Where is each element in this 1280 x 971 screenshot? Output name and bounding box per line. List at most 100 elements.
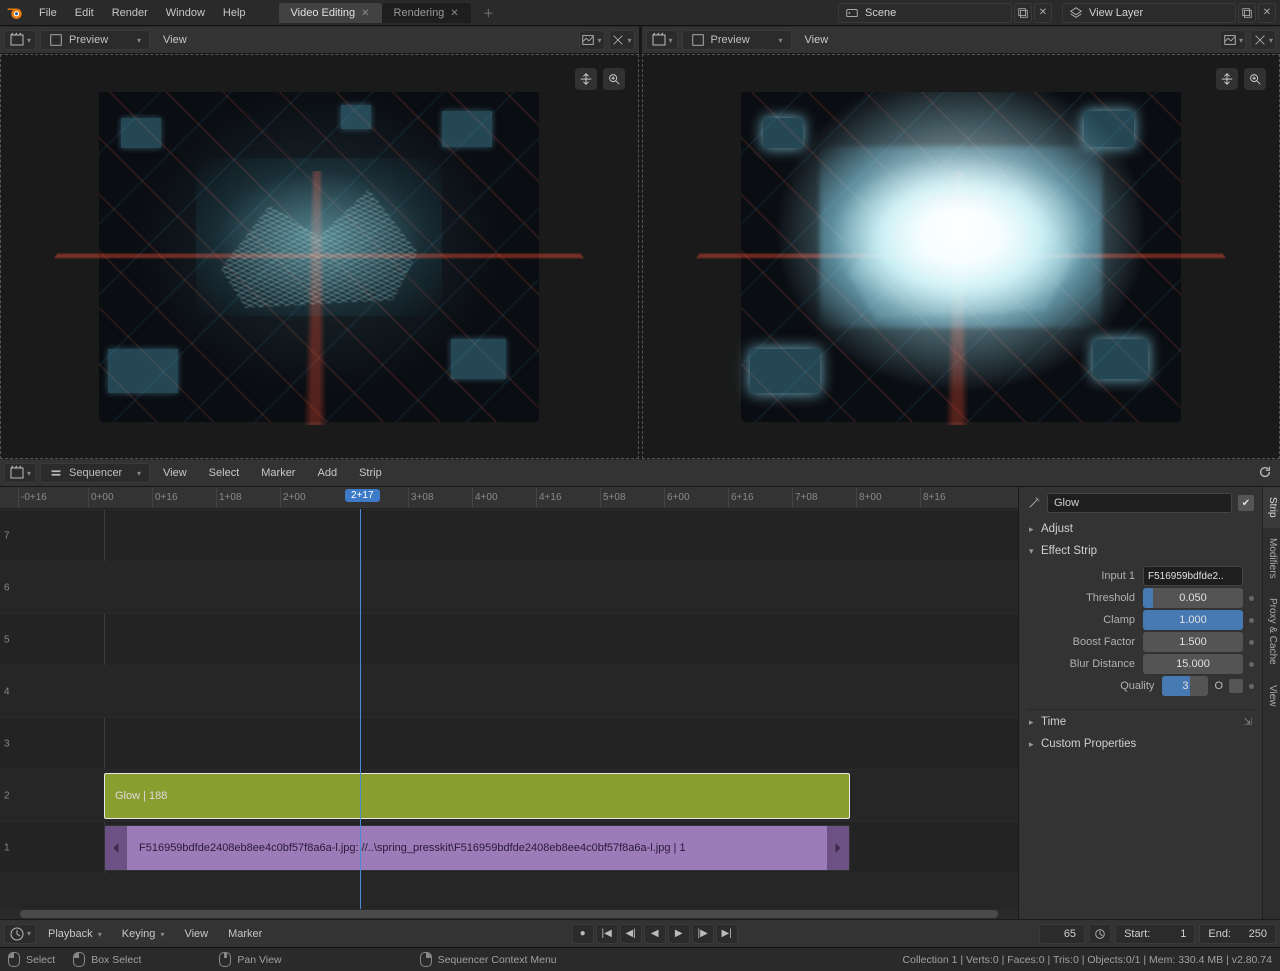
delete-scene-button[interactable]: ✕ [1034,3,1052,23]
strip-name-input[interactable] [1047,493,1232,513]
strip-glow[interactable]: Glow | 188 [104,773,850,819]
seq-menu-view[interactable]: View [154,467,196,479]
quality-slider[interactable]: 3 [1162,676,1208,696]
playback-menu[interactable]: Playback ▾ [40,928,110,940]
scene-name-input[interactable] [865,7,1007,19]
new-scene-button[interactable] [1014,3,1032,23]
preview-view-menu[interactable]: View [796,34,838,46]
image-display-button[interactable]: ▾ [579,30,605,50]
track-number: 7 [4,530,10,541]
timeline-view-menu[interactable]: View [176,928,216,940]
sequencer-tracks[interactable]: 7 6 5 4 3 2 Glow | 188 1 F516959bdfde240… [0,509,1018,909]
editor-type-sequencer[interactable]: ▾ [4,463,36,483]
tab-rendering[interactable]: Rendering✕ [382,3,471,23]
preview-canvas-right[interactable] [642,54,1280,459]
keyframe-dot[interactable] [1249,618,1254,623]
quality-o-label: O [1214,680,1223,692]
strip-handle-left[interactable] [105,826,127,870]
editor-type-sequencer[interactable]: ▾ [4,30,36,50]
panel-title: Effect Strip [1041,545,1097,557]
view-layer-input[interactable] [1089,7,1231,19]
menu-window[interactable]: Window [157,7,214,19]
zoom-icon[interactable] [1244,68,1266,90]
seq-menu-strip[interactable]: Strip [350,467,391,479]
menu-file[interactable]: File [30,7,66,19]
keyframe-dot[interactable] [1249,662,1254,667]
jump-end-button[interactable]: ▶| [716,924,738,944]
keyframe-dot[interactable] [1249,640,1254,645]
keyframe-dot[interactable] [1249,596,1254,601]
blur-slider[interactable]: 15.000 [1143,654,1243,674]
menu-help[interactable]: Help [214,7,255,19]
keyframe-dot[interactable] [1249,684,1254,689]
start-label: Start: [1124,928,1150,940]
new-view-layer-button[interactable] [1238,3,1256,23]
add-workspace-button[interactable]: ＋ [477,5,500,21]
ruler-tick: 4+16 [536,487,562,508]
jump-next-keyframe-button[interactable]: |▶ [692,924,714,944]
clamp-slider[interactable]: 1.000 [1143,610,1243,630]
auto-keyframe-button[interactable]: ● [572,924,594,944]
side-tab-strip[interactable]: Strip [1263,487,1280,528]
input1-field[interactable]: F516959bdfde2.. [1143,566,1243,586]
preview-mode-select[interactable]: Preview▾ [682,30,792,50]
close-icon[interactable]: ✕ [450,8,458,19]
menu-render[interactable]: Render [103,7,157,19]
side-tab-modifiers[interactable]: Modifiers [1263,528,1280,589]
pan-icon[interactable] [1216,68,1238,90]
sequencer-ruler[interactable]: -0+16 0+00 0+16 1+08 2+00 2+17 3+08 4+00… [0,487,1018,509]
seq-menu-add[interactable]: Add [308,467,346,479]
overlay-button[interactable]: ▾ [609,30,635,50]
pin-icon[interactable]: ⇲ [1244,717,1252,728]
playhead[interactable] [360,509,361,909]
jump-start-button[interactable]: |◀ [596,924,618,944]
timeline-editor-type[interactable]: ▾ [4,924,36,944]
jump-prev-keyframe-button[interactable]: ◀| [620,924,642,944]
delete-view-layer-button[interactable]: ✕ [1258,3,1276,23]
start-frame-field[interactable]: Start:1 [1115,924,1195,944]
scene-selector[interactable] [838,3,1012,23]
close-icon[interactable]: ✕ [361,8,369,19]
mute-checkbox[interactable]: ✔ [1238,495,1254,511]
tab-video-editing[interactable]: Video Editing✕ [279,3,382,23]
current-frame-field[interactable]: 65 [1039,924,1085,944]
panel-title: Adjust [1041,523,1073,535]
editor-type-sequencer[interactable]: ▾ [646,30,678,50]
preview-mode-select[interactable]: Preview▾ [40,30,150,50]
play-reverse-button[interactable]: ◀ [644,924,666,944]
panel-custom-properties[interactable]: ▸Custom Properties [1027,734,1254,754]
timeline-footer: ▾ Playback ▾ Keying ▾ View Marker ● |◀ ◀… [0,919,1280,947]
strip-properties-panel: ✔ ▸Adjust ▾Effect Strip Input 1F516959bd… [1018,487,1280,919]
menu-edit[interactable]: Edit [66,7,103,19]
status-box-select: Box Select [91,954,141,966]
side-tab-view[interactable]: View [1263,675,1280,717]
panel-time[interactable]: ▸Time⇲ [1027,709,1254,732]
end-frame-field[interactable]: End:250 [1199,924,1276,944]
boost-slider[interactable]: 1.500 [1143,632,1243,652]
use-preview-range-button[interactable] [1089,924,1111,944]
zoom-icon[interactable] [603,68,625,90]
keying-menu[interactable]: Keying ▾ [114,928,173,940]
panel-effect-strip[interactable]: ▾Effect Strip [1027,541,1254,561]
strip-image[interactable]: F516959bdfde2408eb8ee4c0bf57f8a6a-l.jpg:… [104,825,850,871]
timeline-marker-menu[interactable]: Marker [220,928,270,940]
sequencer-timeline[interactable]: -0+16 0+00 0+16 1+08 2+00 2+17 3+08 4+00… [0,487,1018,919]
image-display-button[interactable]: ▾ [1220,30,1246,50]
side-tab-proxy[interactable]: Proxy & Cache [1263,588,1280,675]
preview-canvas-left[interactable] [0,54,639,459]
threshold-slider[interactable]: 0.050 [1143,588,1243,608]
overlay-button[interactable]: ▾ [1250,30,1276,50]
play-button[interactable]: ▶ [668,924,690,944]
preview-view-menu[interactable]: View [154,34,196,46]
only-boost-checkbox[interactable] [1229,679,1243,693]
refresh-icon[interactable] [1256,463,1274,481]
preview-header-right: ▾ Preview▾ View ▾ ▾ [642,26,1280,54]
horizontal-scrollbar[interactable] [0,909,1018,919]
seq-menu-marker[interactable]: Marker [252,467,304,479]
pan-icon[interactable] [575,68,597,90]
view-layer-selector[interactable] [1062,3,1236,23]
sequencer-mode-select[interactable]: Sequencer▾ [40,463,150,483]
strip-handle-right[interactable] [827,826,849,870]
panel-adjust[interactable]: ▸Adjust [1027,519,1254,539]
seq-menu-select[interactable]: Select [200,467,249,479]
